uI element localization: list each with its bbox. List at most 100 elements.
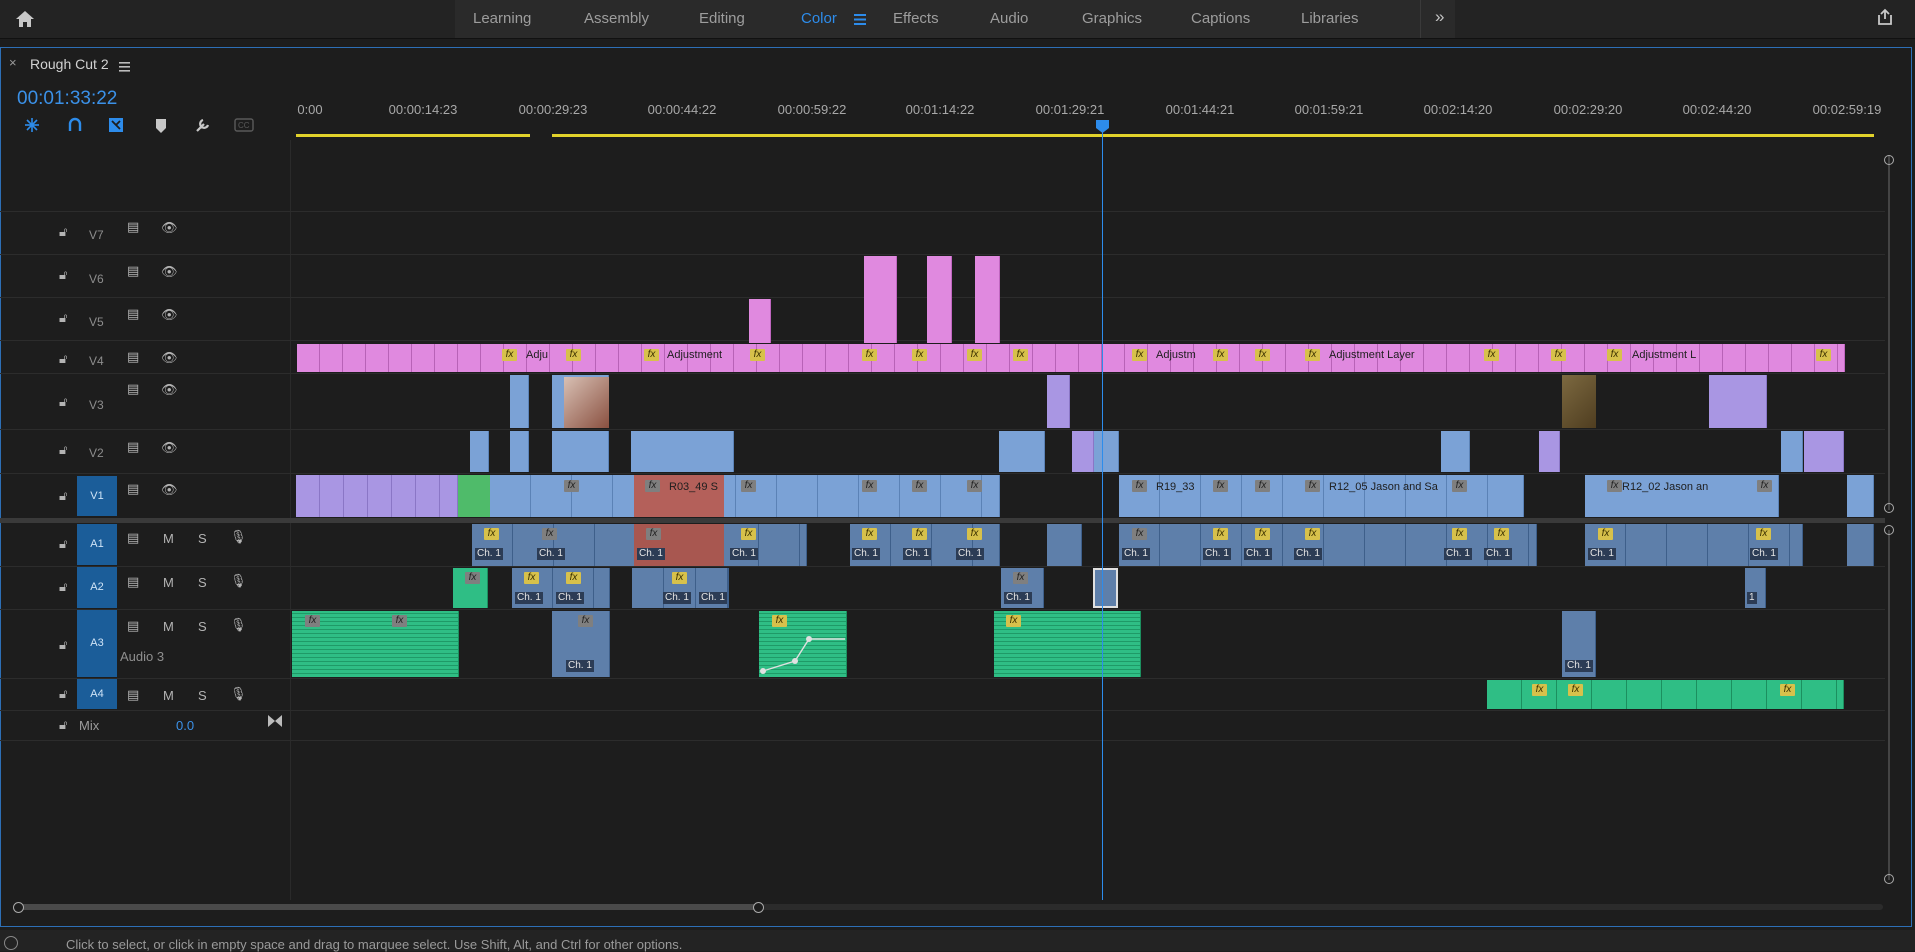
fx-badge[interactable]: fx [1213,528,1228,540]
fx-badge[interactable]: fx [502,349,517,361]
tab-libraries[interactable]: Libraries [1301,10,1359,27]
clip[interactable] [510,431,529,472]
clip-thumbnail[interactable] [1562,375,1596,428]
lock-icon[interactable]: 🔓︎ [59,443,67,457]
clip[interactable] [1804,431,1844,472]
microphone-icon[interactable]: 🎙︎ [230,618,247,632]
fx-badge[interactable]: fx [1305,480,1320,492]
chevron-double-right-icon[interactable]: » [1435,7,1444,27]
fx-badge[interactable]: fx [741,528,756,540]
scroll-handle[interactable] [753,902,764,913]
sync-lock-icon[interactable]: ▤ [127,382,139,396]
clip[interactable] [927,256,952,343]
track-target-a3[interactable]: A3 [77,610,117,677]
track-label-v5[interactable]: V5 [89,315,104,329]
fx-badge[interactable]: fx [524,572,539,584]
fx-badge[interactable]: fx [862,349,877,361]
fx-badge[interactable]: fx [967,480,982,492]
fx-badge[interactable]: fx [1255,528,1270,540]
mute-button[interactable]: M [163,576,174,590]
fx-badge[interactable]: fx [1132,349,1147,361]
vertical-scrollbar-video[interactable] [1888,155,1890,510]
scroll-handle[interactable] [13,902,24,913]
eye-icon[interactable]: 👁︎ [161,351,178,365]
fx-badge[interactable]: fx [1484,349,1499,361]
horizontal-scroll-thumb[interactable] [18,904,758,910]
hamburger-menu-icon[interactable] [854,12,866,25]
track-target-a1[interactable]: A1 [77,524,117,565]
vertical-scrollbar-audio[interactable] [1888,530,1890,880]
fx-badge[interactable]: fx [1305,528,1320,540]
lock-icon[interactable]: 🔓︎ [59,352,67,366]
microphone-icon[interactable]: 🎙︎ [230,687,247,701]
insert-overwrite-icon[interactable] [107,116,125,134]
tab-audio[interactable]: Audio [990,10,1028,27]
fx-badge[interactable]: fx [645,480,660,492]
eye-icon[interactable]: 👁︎ [161,221,178,235]
fx-badge[interactable]: fx [862,480,877,492]
clip[interactable] [1539,431,1560,472]
fx-badge[interactable]: fx [305,615,320,627]
snap-icon[interactable] [23,116,41,134]
clip[interactable] [1094,431,1119,472]
fx-badge[interactable]: fx [672,572,687,584]
eye-icon[interactable]: 👁︎ [161,383,178,397]
track-label-v4[interactable]: V4 [89,354,104,368]
share-icon[interactable] [1875,7,1895,27]
lock-icon[interactable]: 🔓︎ [59,311,67,325]
fx-badge[interactable]: fx [1213,480,1228,492]
microphone-icon[interactable]: 🎙︎ [230,574,247,588]
clip[interactable] [1047,375,1070,428]
solo-button[interactable]: S [198,532,207,546]
bowtie-icon[interactable] [267,714,283,731]
clip[interactable] [458,475,490,517]
solo-button[interactable]: S [198,620,207,634]
home-icon[interactable] [14,8,36,30]
fx-badge[interactable]: fx [566,572,581,584]
sync-lock-icon[interactable]: ▤ [127,531,139,545]
lock-icon[interactable]: 🔓︎ [59,268,67,282]
clip[interactable] [510,375,529,428]
scroll-handle[interactable] [1884,874,1894,884]
sync-lock-icon[interactable]: ▤ [127,350,139,364]
fx-badge[interactable]: fx [772,615,787,627]
clip-thumbnail[interactable] [564,377,609,428]
fx-badge[interactable]: fx [1816,349,1831,361]
captions-icon[interactable]: CC [234,118,254,132]
fx-badge[interactable]: fx [1452,480,1467,492]
fx-badge[interactable]: fx [967,528,982,540]
lock-icon[interactable]: 🔓︎ [59,718,67,732]
clip[interactable] [999,431,1045,472]
fx-badge[interactable]: fx [1006,615,1021,627]
clip[interactable] [1072,431,1094,472]
track-name-a3[interactable]: Audio 3 [120,649,164,664]
fx-badge[interactable]: fx [1756,528,1771,540]
sync-lock-icon[interactable]: ▤ [127,482,139,496]
tab-editing[interactable]: Editing [699,10,745,27]
fx-badge[interactable]: fx [566,349,581,361]
hamburger-menu-icon[interactable] [119,59,130,75]
lock-icon[interactable]: 🔓︎ [59,225,67,239]
mix-value[interactable]: 0.0 [176,718,194,733]
fx-badge[interactable]: fx [1780,684,1795,696]
playhead-handle[interactable] [1096,120,1109,133]
solo-button[interactable]: S [198,689,207,703]
playhead-timecode[interactable]: 00:01:33:22 [17,88,117,110]
microphone-icon[interactable]: 🎙︎ [230,530,247,544]
fx-badge[interactable]: fx [542,528,557,540]
fx-badge[interactable]: fx [484,528,499,540]
wrench-icon[interactable] [194,116,212,134]
fx-badge[interactable]: fx [1213,349,1228,361]
lock-icon[interactable]: 🔓︎ [59,638,67,652]
clip[interactable] [296,475,458,517]
mute-button[interactable]: M [163,689,174,703]
playhead-line[interactable] [1102,122,1103,900]
fx-badge[interactable]: fx [912,528,927,540]
track-label-v2[interactable]: V2 [89,446,104,460]
selected-audio-clip[interactable] [1093,568,1118,608]
tab-color[interactable]: Color [801,10,837,27]
fx-badge[interactable]: fx [1305,349,1320,361]
track-label-v7[interactable]: V7 [89,228,104,242]
track-target-v1[interactable]: V1 [77,476,117,516]
eye-icon[interactable]: 👁︎ [161,308,178,322]
